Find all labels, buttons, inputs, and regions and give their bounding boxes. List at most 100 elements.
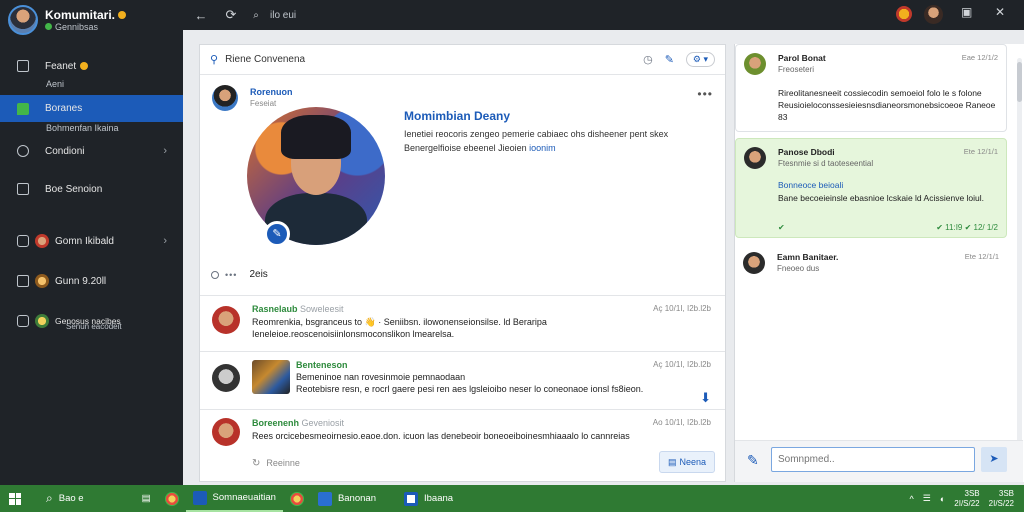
task-view-icon: ▤ [141, 493, 151, 504]
panel-title: Riene Convenena [225, 54, 306, 65]
sidebar-item-label: Gomn Ikibald [55, 235, 114, 247]
sidebar-item-gomn[interactable]: Gomn Ikibald › [0, 233, 183, 249]
chat-avatar[interactable] [744, 147, 766, 169]
chat-avatar[interactable] [744, 53, 766, 75]
back-arrow-icon[interactable]: ← [186, 8, 216, 23]
monitor-icon [17, 315, 29, 327]
clock-time: 3SB [998, 488, 1014, 498]
post-avatar[interactable] [212, 306, 240, 334]
post-time: Ao 10/1I, I2b.l2b [652, 418, 711, 427]
search-text[interactable]: ilo eui [270, 10, 296, 21]
browser-button[interactable] [158, 485, 186, 512]
chat-time: Eae 12/1/2 [961, 53, 998, 62]
window-icon[interactable]: ▣ [961, 5, 972, 19]
media-icon [17, 235, 29, 247]
chat-scrollbar[interactable] [1017, 58, 1022, 448]
send-button[interactable]: ➤ [981, 447, 1007, 472]
chat-avatar[interactable] [743, 252, 765, 274]
chat-text: Rireolitanesneeit cossiecodin semoeiol f… [778, 88, 996, 122]
network-icon[interactable]: ☰ [923, 493, 931, 504]
message-input[interactable] [771, 447, 975, 472]
taskbar-app[interactable]: Somnaeuaitian [185, 485, 283, 512]
download-icon[interactable]: ⬇ [700, 390, 711, 406]
reply-bar: ↻ Reeinne ▤ Neena [200, 445, 725, 481]
app-icon [403, 491, 418, 506]
app-icon [317, 491, 332, 506]
chat-time: Ete 12/1/1 [963, 147, 998, 156]
user-avatar [35, 234, 49, 248]
reply-label[interactable]: Reeinne [266, 458, 300, 468]
post-avatar[interactable] [212, 418, 240, 446]
task-view-button[interactable]: ▤ [135, 485, 158, 512]
app-avatar[interactable] [8, 5, 38, 35]
chat-message[interactable]: Eamn Banitaer. Fneoeo dus Ete 12/1/1 [735, 244, 1007, 284]
chevron-right-icon: › [163, 235, 167, 247]
globe-icon [17, 145, 29, 157]
feed-post[interactable]: Boreenenh Geveniosit Ao 10/1I, I2b.l2b R… [200, 409, 725, 449]
sidebar-item-sub: Bohmenfan Ikaina [46, 123, 119, 133]
chat-message[interactable]: Parol Bonat Freoseteri Eae 12/1/2 Rireol… [735, 44, 1007, 132]
taskbar-app[interactable]: Ibaana [397, 485, 460, 512]
browser-icon [164, 491, 179, 506]
bio-link[interactable]: ioonim [529, 143, 556, 153]
feed-post[interactable]: Benteneson Aç 10/1I, I2b.l2b Bemeninoe n… [200, 351, 725, 409]
pen-icon[interactable]: ✎ [747, 452, 759, 469]
clock[interactable]: 3SB 2I/S/22 [954, 489, 979, 509]
notification-dot-icon [80, 62, 89, 70]
more-options-icon[interactable]: ••• [697, 87, 713, 101]
edit-badge-button[interactable]: ✎ [264, 221, 290, 247]
refresh-icon[interactable]: ⟳ [216, 7, 246, 23]
sidebar-item-feanet[interactable]: Feanet [0, 58, 183, 74]
user-avatar[interactable] [924, 5, 943, 24]
sidebar-item-gunn[interactable]: Gunn 9.20ll [0, 273, 183, 289]
user-avatar [35, 314, 49, 328]
options-dropdown[interactable]: ⚙ ▾ [685, 52, 715, 67]
panel-tools: ◷ ✎ ⚙ ▾ [643, 52, 715, 67]
feed-post[interactable]: Rasnelaub Soweleesit Aç 10/1I, I2b.l2b R… [200, 295, 725, 351]
close-icon[interactable]: ✕ [995, 5, 1005, 19]
online-icon [45, 23, 52, 30]
sidebar-item-condioni[interactable]: Condioni › [0, 143, 183, 159]
profile-name[interactable]: Rorenuon [250, 87, 293, 97]
clock-secondary[interactable]: 3SB 2I/S/22 [989, 489, 1014, 509]
chat-author: Panose Dbodi [778, 147, 835, 157]
post-thumbnail[interactable] [252, 360, 290, 394]
bio-title: Momimbian Deany [404, 109, 511, 123]
taskbar-app-label: Banonan [337, 493, 376, 504]
sidebar-item-sub: Aeni [46, 79, 65, 89]
chat-author: Eamn Banitaer. [777, 252, 839, 262]
chat-message[interactable]: Panose Dbodi Ftesnmie si d taoteseential… [735, 138, 1007, 238]
chat-link[interactable]: Bonneoce beioali [778, 179, 998, 191]
reply-button[interactable]: ▤ Neena [659, 451, 715, 473]
circle-icon [211, 270, 219, 279]
start-button[interactable] [0, 485, 28, 512]
chat-icon [17, 102, 29, 115]
history-icon[interactable]: ◷ [643, 53, 653, 66]
clock-date: 2I/S/22 [954, 498, 980, 508]
post-author[interactable]: Boreenenh Geveniosit [252, 418, 344, 428]
notification-icon[interactable] [896, 6, 912, 22]
top-bar: ← ⟳ ⌕ ilo eui ▣ ✕ [183, 0, 1024, 30]
taskbar-app-label: Ibaana [423, 493, 454, 504]
post-author[interactable]: Benteneson [296, 360, 348, 370]
pin-tool-icon[interactable]: ✎ [665, 53, 674, 66]
sidebar-item-boe-senoion[interactable]: Boe Senoion [0, 181, 183, 197]
sidebar-item-boranes[interactable]: Boranes [0, 95, 183, 122]
taskbar-app[interactable]: Banonan [311, 485, 383, 512]
taskbar-search[interactable]: ⌕ Bao e [28, 485, 91, 512]
sidebar-item-label: Boe Senoion [45, 183, 103, 195]
post-avatar[interactable] [212, 364, 240, 392]
post-text: Rees orcicebesmeoirnesio.eaoe.don. icuon… [252, 431, 630, 441]
home-icon [17, 60, 29, 72]
chat-time: Ete 12/1/1 [964, 252, 999, 261]
bio-text: Ienetiei reocoris zengeo pemerie cabiaec… [404, 127, 704, 155]
app-icon [192, 490, 207, 505]
search-icon[interactable]: ⌕ [246, 10, 266, 21]
chevron-up-icon[interactable]: ^ [910, 494, 914, 504]
profile-avatar[interactable] [212, 85, 238, 111]
post-author[interactable]: Rasnelaub Soweleesit [252, 304, 344, 314]
browser-button[interactable] [283, 485, 311, 512]
taskbar-search-label: Bao e [58, 493, 84, 504]
volume-icon[interactable]: ◐ [940, 494, 945, 504]
reply-icon: ↻ [252, 457, 261, 469]
